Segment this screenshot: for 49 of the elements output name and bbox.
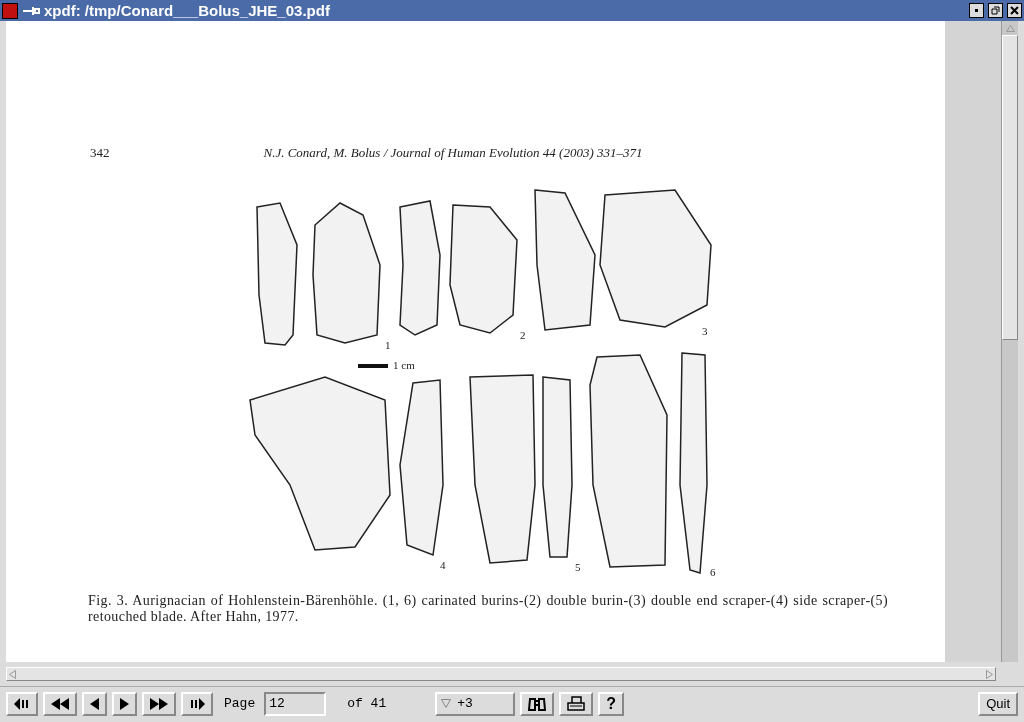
find-button[interactable]	[520, 691, 555, 716]
page-count: of 41	[347, 694, 387, 713]
first-page-icon	[14, 697, 30, 710]
forward-many-button[interactable]	[142, 691, 176, 716]
figure-label: 4	[440, 558, 446, 573]
first-page-button[interactable]	[6, 691, 38, 716]
double-right-arrow-icon	[150, 697, 168, 710]
help-button[interactable]: ?	[598, 691, 624, 716]
page-label: Page	[224, 694, 256, 713]
up-arrow-icon	[1005, 24, 1015, 32]
figure-label: 5	[575, 560, 581, 575]
close-icon	[1010, 6, 1019, 15]
minimize-icon	[972, 6, 981, 15]
figure-label: 6	[710, 565, 716, 580]
back-many-button[interactable]	[43, 691, 77, 716]
left-arrow-icon	[90, 697, 99, 710]
running-head: N.J. Conard, M. Bolus / Journal of Human Evolution 44 (2003) 331–371	[263, 144, 643, 162]
maximize-icon	[991, 6, 1000, 15]
figure-label: 1	[385, 338, 391, 353]
vertical-scrollbar[interactable]	[1001, 21, 1018, 662]
pin-icon	[22, 5, 40, 16]
window-title: xpdf: /tmp/Conard___Bolus_JHE_03.pdf	[44, 3, 330, 18]
right-arrow-icon	[986, 669, 993, 679]
scale-bar-icon	[358, 364, 388, 368]
close-button[interactable]	[1007, 3, 1022, 18]
app-icon	[2, 2, 18, 19]
previous-page-button[interactable]	[82, 691, 107, 716]
print-button[interactable]	[559, 691, 594, 716]
left-arrow-icon	[9, 669, 16, 679]
last-page-button[interactable]	[181, 691, 213, 716]
binoculars-icon	[528, 696, 547, 711]
page-number: 342	[90, 144, 110, 162]
figure-label: 2	[520, 328, 526, 343]
scrollbar-thumb[interactable]	[1002, 35, 1018, 340]
printer-icon	[567, 696, 586, 711]
minimize-button[interactable]	[969, 3, 984, 18]
page-number-field[interactable]: 12	[264, 691, 327, 716]
figure-caption: Fig. 3. Aurignacian of Hohlenstein-Bärenhöhle. (1, 6) carinated burins-(2) double burin-(3) double end scraper-(4) side scraper-(5) retouched blade. After Hahn, 1977.	[88, 593, 888, 625]
horizontal-scrollbar[interactable]	[6, 667, 996, 681]
dropdown-arrow-icon	[441, 699, 452, 708]
figure-label: 3	[702, 324, 708, 339]
next-page-button[interactable]	[112, 691, 137, 716]
zoom-dropdown[interactable]: +3	[435, 691, 516, 716]
double-left-arrow-icon	[51, 697, 69, 710]
last-page-icon	[189, 697, 205, 710]
scale-label: 1 cm	[393, 358, 415, 373]
maximize-button[interactable]	[988, 3, 1003, 18]
right-arrow-icon	[120, 697, 129, 710]
quit-button[interactable]: Quit	[978, 691, 1018, 716]
